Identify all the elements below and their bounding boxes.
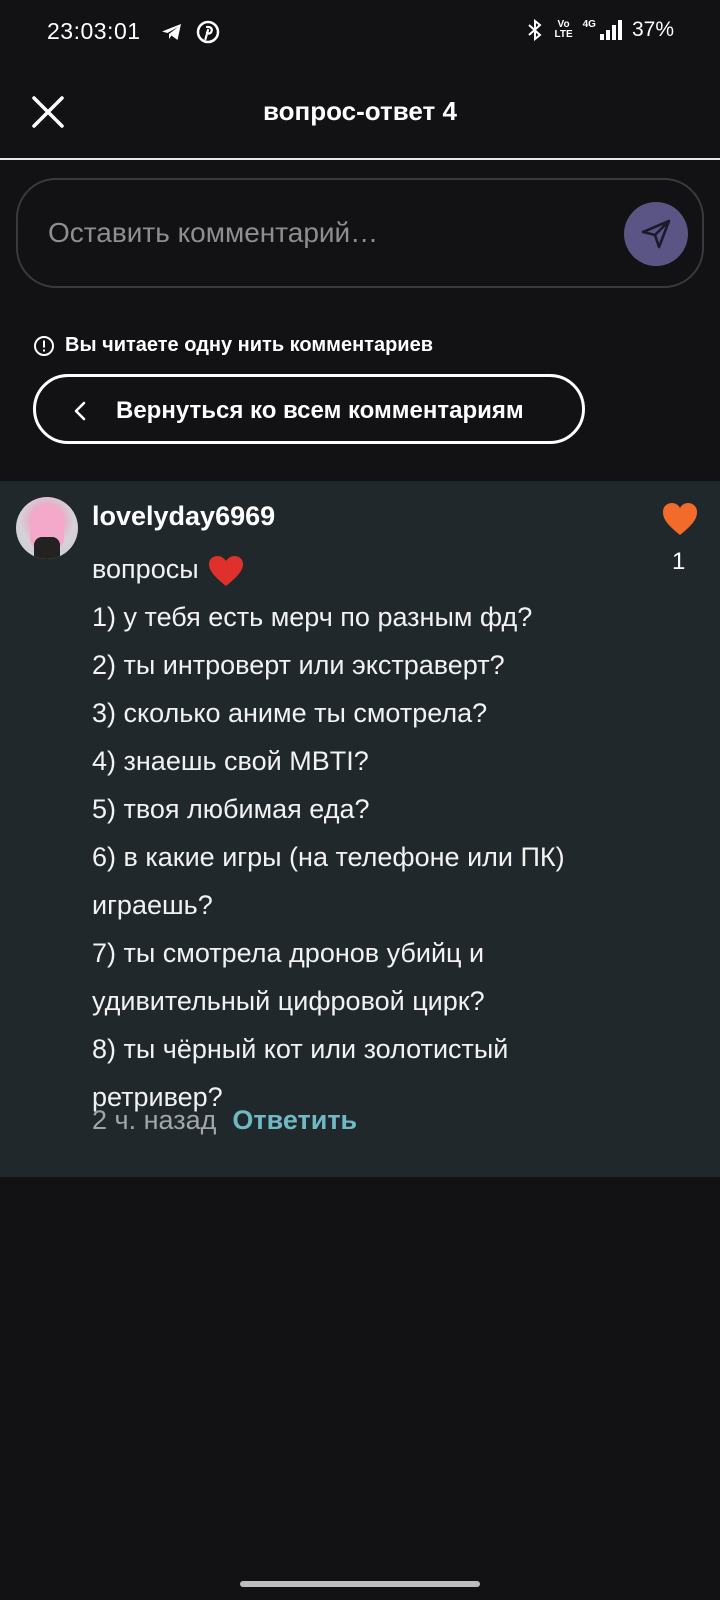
send-icon [641,219,671,249]
header-divider [0,158,720,160]
heart-icon[interactable] [661,501,699,537]
comment-body: вопросы 1) у тебя есть мерч по разным фд… [92,545,652,1121]
comment-username[interactable]: lovelyday6969 [92,501,275,532]
comment-line: вопросы [92,545,652,593]
like-count: 1 [672,548,686,575]
battery-percentage: 37% [631,18,674,41]
comment-timestamp: 2 ч. назад [92,1105,217,1135]
signal-indicator: 4G [583,20,622,40]
thread-notice-text: Вы читаете одну нить комментариев [65,334,434,356]
chevron-left-icon [74,401,86,421]
bluetooth-icon [528,18,543,42]
comment-line: 8) ты чёрный кот или золотистый [92,1034,509,1064]
reply-link[interactable]: Ответить [232,1105,357,1136]
comment-line: 6) в какие игры (на телефоне или ПК) [92,842,565,872]
comment-line: удивительный цифровой цирк? [92,986,485,1016]
comment-line: 4) знаешь свой MBTI? [92,746,369,776]
comment-line: 1) у тебя есть мерч по разным фд? [92,602,533,632]
status-right-group: Vo LTE 4G 37% [526,18,674,42]
top-bar: вопрос-ответ 4 [0,66,720,158]
comment-line: 5) твоя любимая еда? [92,794,370,824]
volte-indicator: Vo LTE [554,19,573,40]
comment-input[interactable] [48,208,608,258]
status-time: 23:03:01 [47,18,141,44]
comment-line: 7) ты смотрела дронов убийц и [92,938,485,968]
page-title: вопрос-ответ 4 [263,96,457,126]
send-button[interactable] [624,202,688,266]
back-button-label: Вернуться ко всем комментариям [116,397,524,424]
pinterest-icon [196,20,220,44]
network-type: 4G [582,19,596,30]
telegram-icon [162,24,181,40]
comment-line: играешь? [92,890,213,920]
signal-bars-icon [599,20,622,40]
comment-line: 2) ты интроверт или экстраверт? [92,650,505,680]
avatar[interactable] [16,497,78,559]
red-heart-emoji-icon [208,555,243,586]
thread-notice: Вы читаете одну нить комментариев [33,334,433,357]
comment-card: lovelyday6969 1 вопросы 1) у тебя есть м… [0,481,720,1177]
comment-meta: 2 ч. назад Ответить [92,1105,357,1136]
info-icon [34,335,54,356]
back-to-all-comments-button[interactable]: Вернуться ко всем комментариям [33,374,585,444]
comment-line: 3) сколько аниме ты смотрела? [92,698,488,728]
status-bar: 23:03:01 Vo LTE 4G 37% [0,0,720,66]
home-indicator[interactable] [240,1581,480,1587]
comment-composer [16,178,704,288]
